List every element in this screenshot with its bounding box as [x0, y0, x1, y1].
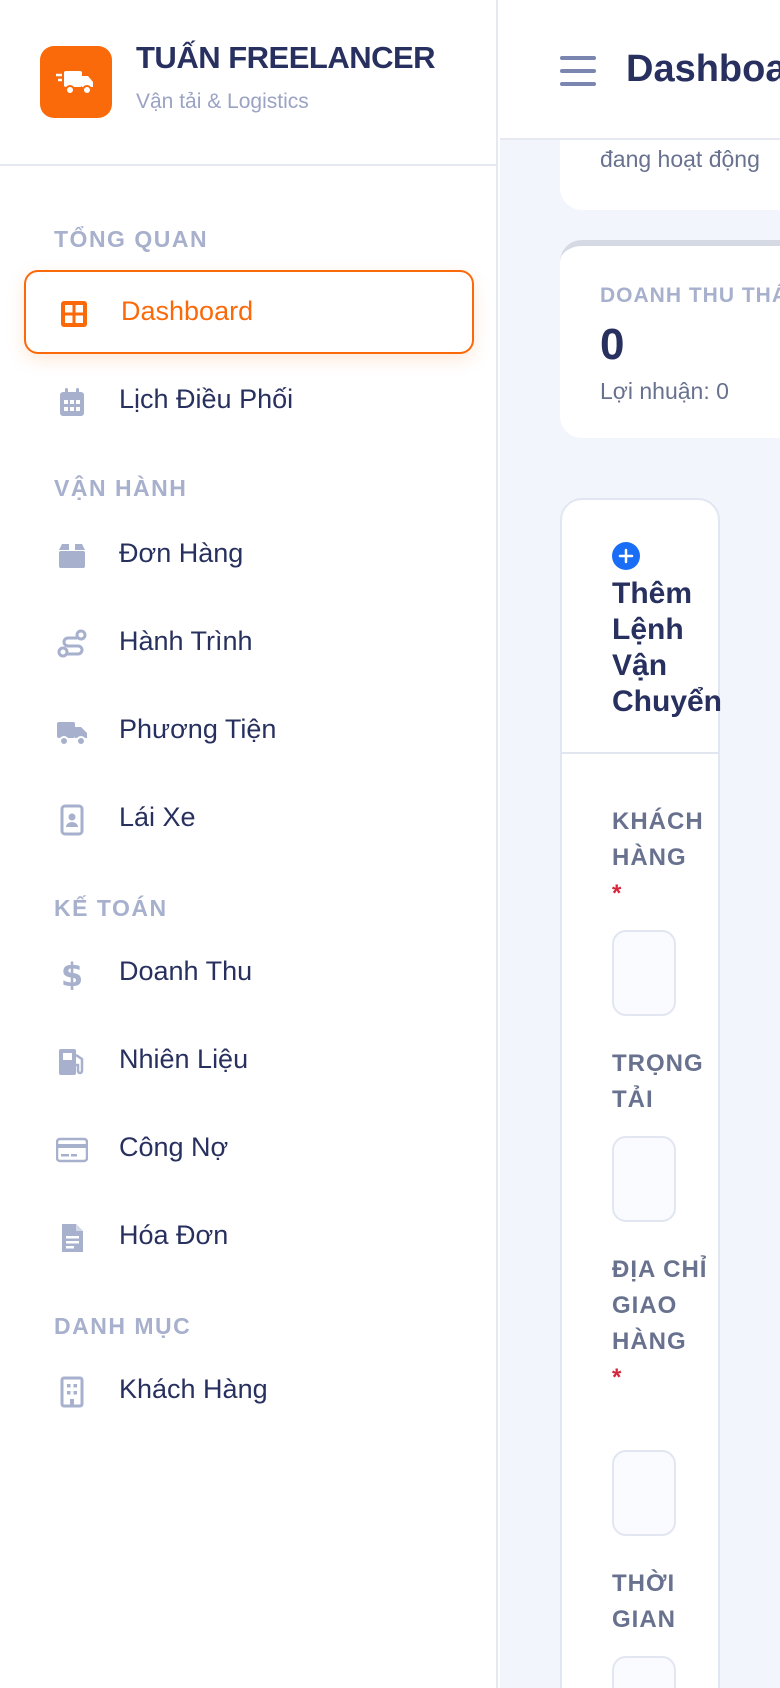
- form-header: Thêm Lệnh Vận Chuyển: [562, 500, 722, 754]
- building-icon: [60, 1376, 84, 1408]
- revenue-card: DOANH THU THÁNG 0 Lợi nhuận: 0: [560, 240, 780, 438]
- sidebar-item-label: Hóa Đơn: [119, 1220, 229, 1250]
- customer-field-label-text: KHÁCH HÀNG: [612, 808, 704, 871]
- sidebar-item-schedule[interactable]: Lịch Điều Phối: [24, 360, 474, 444]
- sidebar-item-fuel[interactable]: Nhiên Liệu: [24, 1020, 474, 1104]
- load-field-label: TRỌNG TẢI: [612, 1050, 704, 1113]
- sidebar-item-label: Hành Trình: [119, 626, 253, 656]
- page-title: Dashboard: [626, 48, 780, 90]
- sidebar-item-label: Lái Xe: [119, 802, 196, 832]
- sidebar-item-label: Nhiên Liệu: [119, 1044, 249, 1074]
- sidebar-item-customers[interactable]: Khách Hàng: [24, 1350, 474, 1434]
- svg-text:$: $: [61, 958, 83, 990]
- main-content: đang hoạt động DOANH THU THÁNG 0 Lợi nhu…: [500, 0, 780, 1688]
- sidebar-item-routes[interactable]: Hành Trình: [24, 602, 474, 686]
- box-icon: [59, 544, 85, 568]
- brand-title: TUẤN FREELANCER: [136, 40, 436, 75]
- delivery-address-field-label-text: ĐỊA CHỈ GIAO HÀNG: [612, 1256, 708, 1355]
- add-transport-order-form: Thêm Lệnh Vận Chuyển KHÁCH HÀNG * TRỌNG …: [560, 498, 722, 1688]
- form-title: Thêm Lệnh Vận Chuyển: [612, 577, 723, 718]
- required-mark: *: [612, 1364, 623, 1391]
- sidebar-item-label: Doanh Thu: [119, 956, 253, 986]
- brand-subtitle: Vận tải & Logistics: [136, 90, 309, 113]
- revenue-label: DOANH THU THÁNG: [600, 284, 780, 307]
- route-icon: [57, 629, 87, 658]
- calendar-icon: [60, 388, 84, 416]
- delivery-address-input[interactable]: [612, 1450, 676, 1536]
- sidebar-item-label: Khách Hàng: [119, 1374, 268, 1404]
- sidebar-item-vehicles[interactable]: Phương Tiện: [24, 690, 474, 774]
- sidebar-item-label: Đơn Hàng: [119, 538, 244, 568]
- section-overview: TỔNG QUAN: [54, 226, 209, 252]
- time-input[interactable]: [612, 1656, 676, 1688]
- section-catalog: DANH MỤC: [54, 1313, 192, 1339]
- truck-logo-icon: [40, 46, 112, 118]
- id-card-icon: [60, 804, 84, 836]
- section-accounting: KẾ TOÁN: [54, 895, 168, 921]
- brand-header: TUẤN FREELANCER Vận tải & Logistics: [0, 0, 498, 166]
- sidebar-item-dashboard[interactable]: Dashboard: [24, 270, 474, 354]
- sidebar-item-label: Lịch Điều Phối: [119, 384, 294, 414]
- dollar-icon: $: [61, 958, 83, 990]
- sidebar: TUẤN FREELANCER Vận tải & Logistics TỔNG…: [0, 0, 498, 1688]
- revenue-value: 0: [600, 320, 625, 369]
- top-bar: Dashboard: [500, 0, 780, 140]
- sidebar-item-label: Phương Tiện: [119, 714, 277, 744]
- sidebar-item-drivers[interactable]: Lái Xe: [24, 778, 474, 862]
- load-input[interactable]: [612, 1136, 676, 1222]
- required-mark: *: [612, 880, 623, 907]
- profit-text: Lợi nhuận: 0: [600, 378, 729, 404]
- time-field-label: THỜI GIAN: [612, 1570, 676, 1633]
- active-status-text: đang hoạt động: [600, 146, 760, 172]
- sidebar-item-label: Công Nợ: [119, 1132, 229, 1162]
- sidebar-item-revenue[interactable]: $ Doanh Thu: [24, 932, 474, 1016]
- sidebar-item-invoices[interactable]: Hóa Đơn: [24, 1196, 474, 1280]
- fuel-icon: [59, 1049, 84, 1075]
- credit-card-icon: [56, 1137, 88, 1163]
- sidebar-item-label: Dashboard: [121, 296, 254, 326]
- section-operations: VẬN HÀNH: [54, 475, 188, 501]
- truck-icon: [57, 722, 87, 746]
- sidebar-item-debts[interactable]: Công Nợ: [24, 1108, 474, 1192]
- delivery-address-field-label: ĐỊA CHỈ GIAO HÀNG *: [612, 1252, 712, 1396]
- invoice-icon: [62, 1224, 83, 1252]
- customer-field-label: KHÁCH HÀNG *: [612, 804, 712, 912]
- plus-circle-icon: [612, 542, 640, 570]
- hamburger-menu-icon[interactable]: [560, 56, 596, 86]
- customer-input[interactable]: [612, 930, 676, 1016]
- sidebar-item-orders[interactable]: Đơn Hàng: [24, 514, 474, 598]
- grid-icon: [61, 301, 87, 327]
